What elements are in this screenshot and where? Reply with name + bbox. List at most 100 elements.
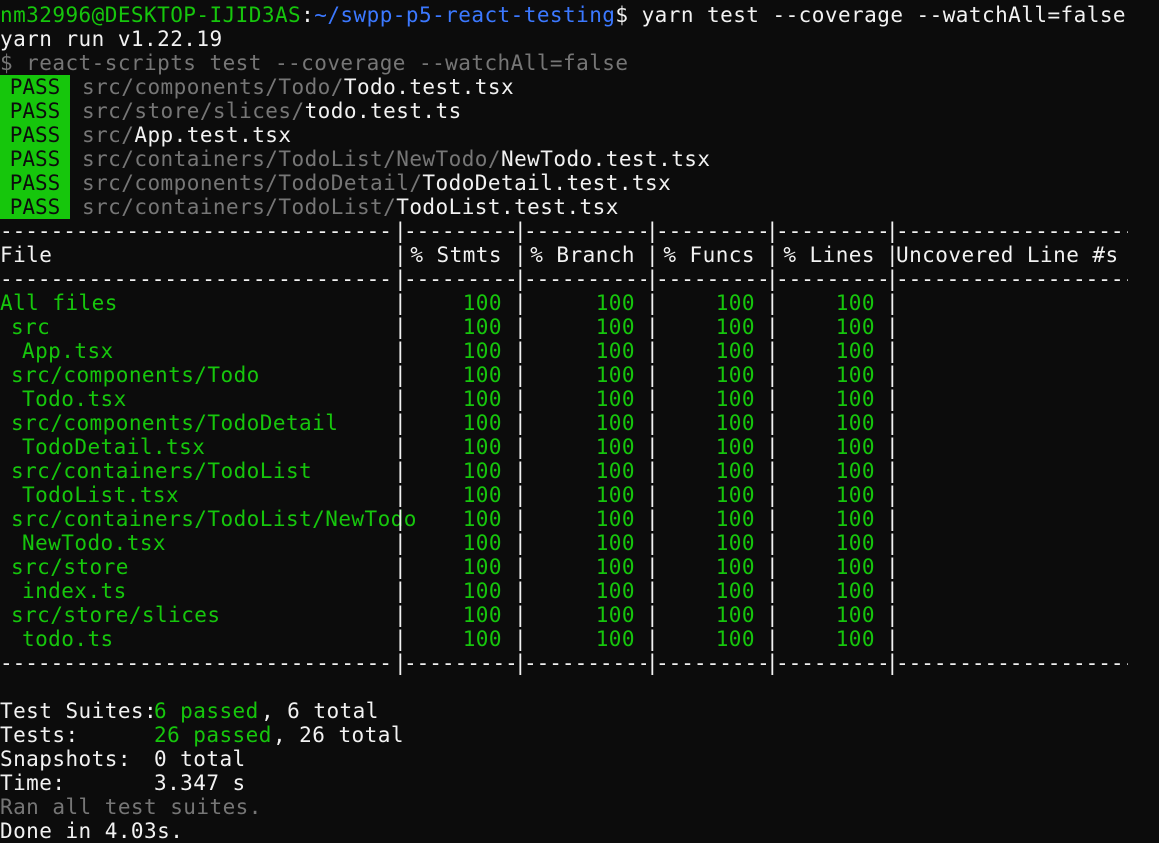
table-border-top: ----------------------------------------… [776,219,886,243]
pass-badge: PASS [0,123,70,147]
coverage-lines-value: 100 [835,507,875,531]
column-divider: | [766,459,779,483]
coverage-lines-value: 100 [835,483,875,507]
column-divider: | [646,339,659,363]
table-header-divider: ----------------------------------------… [656,267,766,291]
suites-total: , 6 total [261,699,379,723]
column-divider: | [886,483,899,507]
coverage-lines-value: 100 [835,531,875,555]
column-divider: | [646,291,659,315]
column-divider: | [886,291,899,315]
column-divider: | [646,627,659,651]
coverage-funcs-value: 100 [715,627,755,651]
coverage-funcs-value: 100 [715,363,755,387]
table-border-bottom: ----------------------------------------… [0,651,394,675]
pass-badge: PASS [0,171,70,195]
test-file-path: src/components/TodoDetail/TodoDetail.tes… [82,171,671,195]
column-divider: | [514,459,527,483]
table-border-bottom: ----------------------------------------… [524,651,646,675]
coverage-lines-value: 100 [835,315,875,339]
column-divider: | [766,267,779,291]
coverage-funcs-value: 100 [715,315,755,339]
coverage-branch-value: 100 [595,339,635,363]
coverage-branch-value: 100 [595,579,635,603]
column-divider: | [646,483,659,507]
table-header-cell: Uncovered Line #s [896,243,1119,267]
coverage-lines-value: 100 [835,579,875,603]
column-divider: | [646,219,659,243]
coverage-file-name: index.ts [22,579,127,603]
column-divider: | [394,627,407,651]
column-divider: | [886,363,899,387]
column-divider: | [394,603,407,627]
tests-label: Tests: [0,723,79,747]
coverage-file-name: App.tsx [22,339,114,363]
column-divider: | [766,339,779,363]
table-header-cell: % Funcs [663,243,755,267]
summary-suites: Test Suites: [0,699,157,723]
test-file-dir: src/containers/TodoList/NewTodo/ [82,147,501,171]
coverage-stmts-value: 100 [462,483,502,507]
coverage-branch-value: 100 [595,387,635,411]
coverage-stmts-value: 100 [462,339,502,363]
coverage-file-name: src/store [11,555,129,579]
coverage-stmts-value: 100 [462,555,502,579]
time-value: 3.347 s [154,771,246,795]
coverage-stmts-value: 100 [462,291,502,315]
table-header-divider: ----------------------------------------… [524,267,646,291]
column-divider: | [514,219,527,243]
suites-label: Test Suites: [0,699,158,723]
coverage-branch-value: 100 [595,483,635,507]
column-divider: | [514,435,527,459]
column-divider: | [514,483,527,507]
test-file-dir: src/components/TodoDetail/ [82,171,423,195]
column-divider: | [646,267,659,291]
column-divider: | [394,243,407,267]
coverage-file-name: All files [0,291,118,315]
coverage-file-name: TodoDetail.tsx [22,435,206,459]
column-divider: | [394,267,407,291]
column-divider: | [514,411,527,435]
coverage-stmts-value: 100 [462,507,502,531]
coverage-branch-value: 100 [595,459,635,483]
test-file-path: src/containers/TodoList/NewTodo/NewTodo.… [82,147,710,171]
coverage-lines-value: 100 [835,459,875,483]
column-divider: | [646,315,659,339]
coverage-funcs-value: 100 [715,339,755,363]
table-border-bottom: ----------------------------------------… [776,651,886,675]
coverage-branch-value: 100 [595,315,635,339]
coverage-funcs-value: 100 [715,291,755,315]
coverage-stmts-value: 100 [462,459,502,483]
coverage-funcs-value: 100 [715,411,755,435]
column-divider: | [514,603,527,627]
column-divider: | [646,555,659,579]
column-divider: | [394,651,407,675]
coverage-funcs-value: 100 [715,435,755,459]
table-border-top: ----------------------------------------… [524,219,646,243]
coverage-branch-value: 100 [595,555,635,579]
test-file-name: App.test.tsx [134,123,292,147]
tests-total: , 26 total [273,723,404,747]
column-divider: | [514,579,527,603]
column-divider: | [394,291,407,315]
done-line: Done in 4.03s. [0,819,184,843]
column-divider: | [514,243,527,267]
column-divider: | [766,555,779,579]
snapshots-value: 0 total [154,747,246,771]
prompt-symbol: $ [615,3,629,27]
terminal-window[interactable]: nm32996@DESKTOP-IJID3AS:~/swpp-p5-react-… [0,0,1159,843]
column-divider: | [886,531,899,555]
table-border-top: ----------------------------------------… [896,219,1128,243]
column-divider: | [514,531,527,555]
column-divider: | [766,435,779,459]
table-header-divider: ----------------------------------------… [776,267,886,291]
prompt-command: yarn test --coverage --watchAll=false [641,3,1127,27]
coverage-file-name: src/components/TodoDetail [11,411,339,435]
coverage-stmts-value: 100 [462,363,502,387]
table-header-divider: ----------------------------------------… [896,267,1128,291]
column-divider: | [886,243,899,267]
test-file-name: Todo.test.tsx [343,75,515,99]
column-divider: | [766,315,779,339]
column-divider: | [646,363,659,387]
coverage-branch-value: 100 [595,603,635,627]
